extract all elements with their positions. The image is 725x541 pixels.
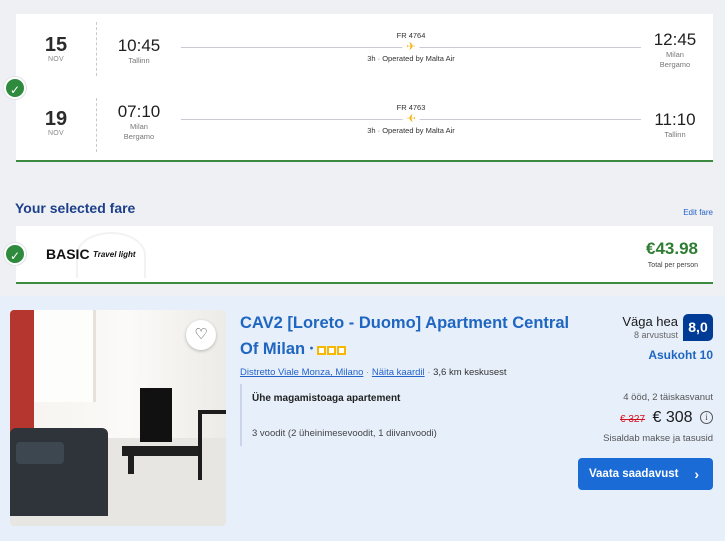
leg-divider: [96, 98, 97, 152]
outbound-arrival-city: Milan: [666, 50, 684, 59]
outbound-departure: 10:45 Tallinn: [106, 36, 172, 66]
show-on-map-link[interactable]: Näita kaardil: [372, 367, 425, 378]
return-departure: 07:10 Milan Bergamo: [106, 102, 172, 142]
star-icon: [336, 345, 346, 355]
return-departure-time: 07:10: [117, 102, 161, 121]
room-beds: 3 voodit (2 üheinimesevoodit, 1 diivanvo…: [252, 428, 437, 439]
tax-note: Sisaldab makse ja tasusid: [603, 433, 713, 444]
outbound-duration: 3h · Operated by Malta Air: [367, 54, 455, 63]
outbound-month: NOV: [47, 56, 65, 63]
hotel-location-row: Distretto Viale Monza, Milano · Näita ka…: [240, 367, 507, 378]
photo-chair: [198, 410, 226, 480]
return-flight-leg[interactable]: 19 NOV 07:10 Milan Bergamo FR 4763 ✈ 3h …: [16, 90, 713, 160]
return-flight-number: FR 4763: [396, 103, 426, 112]
photo-tv: [140, 388, 172, 442]
district-link[interactable]: Distretto Viale Monza, Milano: [240, 367, 363, 378]
chevron-right-icon: ›: [694, 466, 699, 482]
return-month: NOV: [47, 130, 65, 137]
leg-divider: [96, 22, 97, 76]
return-duration: 3h · Operated by Malta Air: [367, 126, 455, 135]
return-departure-airport: Bergamo: [123, 132, 155, 141]
return-departure-city: Milan: [130, 122, 148, 131]
star-icon: [316, 345, 326, 355]
photo-tv-stand: [122, 446, 202, 456]
location-score: Asukoht 10: [648, 348, 713, 362]
distance-from-center: 3,6 km keskusest: [433, 367, 507, 378]
fare-name: BASIC: [46, 246, 90, 262]
plane-icon: ✈: [402, 41, 420, 53]
hotel-offer-card: ♡ CAV2 [Loreto - Duomo] Apartment Centra…: [0, 296, 725, 541]
fare-card: BASIC Travel light €43.98 Total per pers…: [16, 226, 713, 284]
fare-price: €43.98: [646, 239, 698, 258]
return-arrival: 11:10 Tallinn: [645, 110, 705, 140]
original-price: € 327: [620, 414, 646, 425]
outbound-flight-leg[interactable]: 15 NOV 10:45 Tallinn FR 4764 ✈ 3h · Oper…: [16, 14, 713, 84]
hotel-name: CAV2 [Loreto - Duomo] Apartment Central …: [240, 314, 570, 358]
photo-curtain: [10, 310, 34, 440]
fare-selected-check-icon: ✓: [4, 243, 26, 265]
flight-itinerary-card: 15 NOV 10:45 Tallinn FR 4764 ✈ 3h · Oper…: [16, 14, 713, 162]
stay-details: 4 ööd, 2 täiskasvanut: [623, 392, 713, 403]
outbound-arrival: 12:45 Milan Bergamo: [645, 30, 705, 70]
price-row: € 327 € 308 i: [620, 409, 713, 427]
info-icon[interactable]: i: [700, 411, 713, 424]
selected-fare-heading: Your selected fare: [15, 200, 136, 216]
edit-fare-link[interactable]: Edit fare: [683, 208, 713, 217]
outbound-route: FR 4764 ✈ 3h · Operated by Malta Air: [181, 31, 641, 63]
outbound-arrival-airport: Bergamo: [659, 60, 691, 69]
hotel-star-rating: [316, 337, 346, 363]
return-arrival-place: Tallinn: [664, 130, 686, 139]
outbound-arrival-time: 12:45: [653, 30, 697, 49]
fare-tagline: Travel light: [93, 250, 136, 259]
review-score-badge: 8,0: [683, 314, 713, 341]
outbound-date: 15 NOV: [34, 34, 78, 63]
return-arrival-time: 11:10: [654, 110, 696, 129]
star-icon: [326, 345, 336, 355]
save-favorite-heart-icon[interactable]: ♡: [186, 320, 216, 350]
flights-selected-check-icon: ✓: [4, 77, 26, 99]
outbound-day: 15: [44, 34, 68, 56]
plane-icon: ✈: [402, 113, 420, 125]
photo-tv-stand-leg: [128, 456, 134, 474]
photo-window: [34, 310, 96, 402]
room-type: Ühe magamistoaga apartement: [252, 393, 401, 404]
hotel-name-link[interactable]: CAV2 [Loreto - Duomo] Apartment Central …: [240, 310, 570, 363]
room-info: Ühe magamistoaga apartement 3 voodit (2 …: [240, 384, 570, 446]
review-score-label: Väga hea: [622, 314, 678, 329]
outbound-departure-place: Tallinn: [128, 56, 150, 65]
return-route: FR 4763 ✈ 3h · Operated by Malta Air: [181, 103, 641, 135]
current-price: € 308: [652, 409, 693, 426]
return-day: 19: [44, 108, 68, 130]
fare-price-note: Total per person: [647, 262, 698, 269]
see-availability-label: Vaata saadavust: [589, 468, 679, 480]
photo-cushion: [16, 442, 64, 464]
see-availability-button[interactable]: Vaata saadavust ›: [578, 458, 713, 490]
outbound-departure-time: 10:45: [117, 36, 161, 55]
return-route-line: ✈: [181, 112, 641, 126]
outbound-route-line: ✈: [181, 40, 641, 54]
review-count: 8 arvustust: [633, 330, 678, 340]
return-date: 19 NOV: [34, 108, 78, 137]
outbound-flight-number: FR 4764: [396, 31, 426, 40]
